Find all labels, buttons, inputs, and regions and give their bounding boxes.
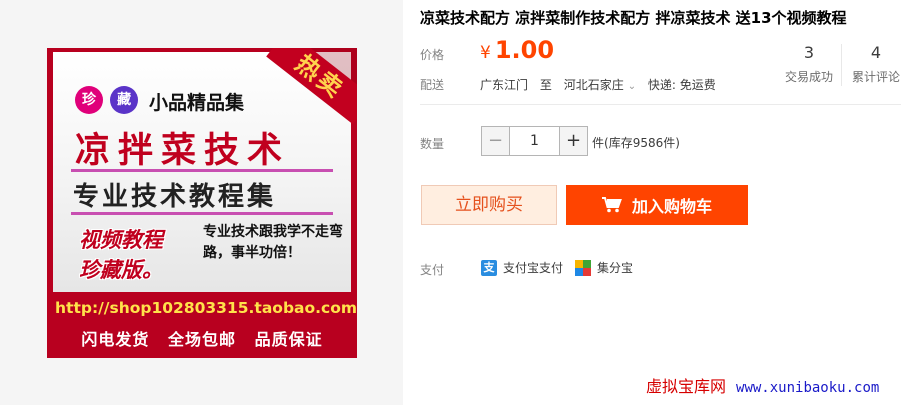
poster-badge: 珍	[75, 86, 103, 114]
quantity-unit: 件	[592, 136, 605, 150]
stat-value: 3	[803, 43, 815, 62]
product-title: 凉菜技术配方 凉拌菜制作技术配方 拌凉菜技术 送13个视频教程	[420, 9, 847, 27]
currency-symbol: ¥	[480, 43, 491, 63]
watermark: 虚拟宝库网 www.xunibaoku.com	[646, 373, 879, 397]
payment-method-label: 集分宝	[597, 261, 634, 275]
divider	[420, 104, 901, 105]
quantity-stepper: − +	[481, 126, 588, 156]
ship-method: 快递: 免运费	[647, 78, 716, 92]
price: ¥1.00	[480, 36, 554, 64]
ship-from: 广东江门	[480, 78, 529, 92]
stock-info: 件(库存9586件)	[592, 134, 680, 151]
payment-label: 支付	[420, 263, 445, 277]
poster-footer: 闪电发货 全场包邮 品质保证	[81, 330, 323, 349]
stat-label: 交易成功	[784, 70, 833, 84]
poster-video-line: 珍藏版。	[79, 258, 163, 282]
poster-series-label: 小品精品集	[149, 92, 245, 114]
increase-button[interactable]: +	[559, 127, 587, 155]
stat-deals[interactable]: 3 交易成功	[781, 43, 837, 85]
product-image[interactable]: 珍 藏 小品精品集 凉拌菜技术 专业技术教程集 视频教程 珍藏版。 专业技术跟我…	[47, 48, 357, 358]
cart-icon	[601, 197, 622, 213]
payment-method-jifenbao[interactable]: 集分宝	[575, 259, 633, 276]
stat-label: 累计评论	[851, 70, 900, 84]
stat-reviews[interactable]: 4 累计评论	[848, 43, 901, 85]
watermark-site: 虚拟宝库网	[646, 377, 727, 396]
poster-video-line: 视频教程	[79, 228, 163, 252]
add-to-cart-button[interactable]: 加入购物车	[566, 185, 748, 225]
stat-divider	[841, 44, 842, 86]
payment-method-alipay[interactable]: 支 支付宝支付	[481, 259, 563, 276]
ship-to-word: 至	[539, 78, 552, 92]
quantity-label: 数量	[420, 137, 445, 151]
alipay-icon: 支	[481, 259, 497, 276]
watermark-url: www.xunibaoku.com	[736, 380, 880, 396]
add-to-cart-label: 加入购物车	[631, 197, 712, 216]
poster-shop-url: http://shop102803315.taobao.com	[55, 299, 357, 317]
poster-badge: 藏	[110, 86, 139, 114]
poster-badges: 珍 藏	[75, 86, 140, 114]
shipping-label: 配送	[420, 78, 445, 92]
decrease-button[interactable]: −	[482, 127, 510, 155]
payment-method-label: 支付宝支付	[503, 261, 564, 275]
poster-subtitle: 专业技术教程集	[73, 182, 277, 212]
chevron-down-icon[interactable]: ⌄	[628, 81, 636, 92]
buy-now-button[interactable]: 立即购买	[421, 185, 557, 225]
poster-divider	[71, 169, 333, 172]
poster-pitch: 专业技术跟我学不走弯路，事半功倍！	[203, 224, 343, 261]
poster-title: 凉拌菜技术	[75, 131, 291, 171]
ship-to-select[interactable]: 河北石家庄	[564, 78, 624, 92]
price-label: 价格	[420, 48, 445, 62]
poster-divider	[71, 212, 333, 215]
product-image-panel: 珍 藏 小品精品集 凉拌菜技术 专业技术教程集 视频教程 珍藏版。 专业技术跟我…	[0, 0, 403, 405]
quantity-input[interactable]	[510, 127, 559, 155]
shipping-info: 广东江门 至 河北石家庄 ⌄ 快递: 免运费	[480, 76, 724, 93]
jifenbao-icon	[575, 259, 591, 276]
price-value: 1.00	[494, 36, 555, 64]
stock-count: (库存9586件)	[604, 136, 680, 150]
stat-value: 4	[870, 43, 882, 62]
